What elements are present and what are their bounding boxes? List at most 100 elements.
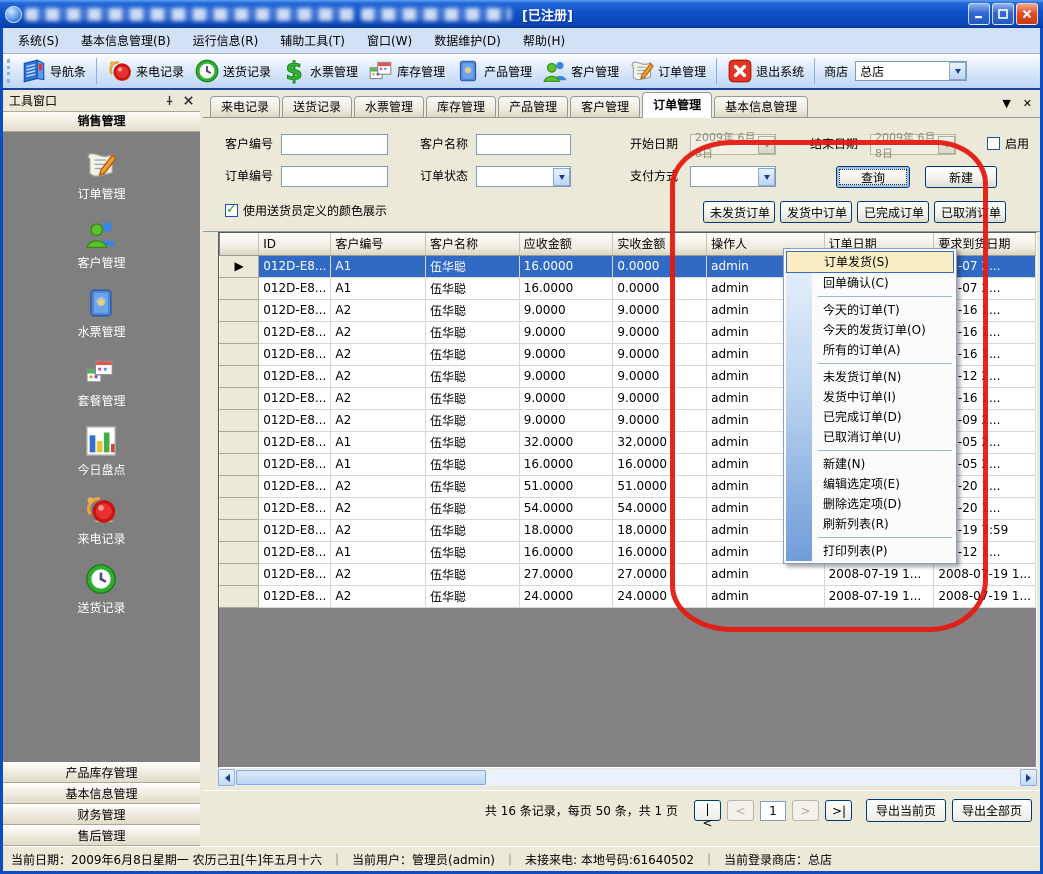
column-header[interactable]: ID (259, 233, 331, 255)
shop-combobox[interactable]: 总店 (855, 61, 967, 81)
column-header[interactable]: 客户名称 (426, 233, 520, 255)
order-status-combobox[interactable] (476, 166, 571, 187)
toolbar-button[interactable]: 退出系统 (722, 56, 809, 86)
tab-scroll-down-icon[interactable]: ▼ (1002, 97, 1010, 110)
sidebar-item[interactable]: 套餐管理 (77, 355, 125, 409)
enable-checkbox[interactable] (987, 137, 1000, 150)
last-page-button[interactable]: >| (825, 800, 852, 821)
order-code-input[interactable] (281, 166, 388, 187)
context-menu-item[interactable]: 打印列表(P) (786, 541, 954, 561)
row-selector-cell[interactable] (220, 343, 259, 365)
toolbar-button[interactable]: 来电记录 (102, 56, 189, 86)
table-row[interactable]: 012D-E8...A2伍华聪24.000024.0000admin2008-0… (220, 585, 1036, 607)
column-header[interactable]: 应收金额 (519, 233, 613, 255)
column-header[interactable]: 实收金额 (613, 233, 707, 255)
maximize-button[interactable] (992, 3, 1014, 25)
close-icon[interactable] (183, 95, 194, 106)
toolbar-button[interactable]: 产品管理 (450, 56, 537, 86)
customer-name-input[interactable] (476, 134, 571, 155)
context-menu-item[interactable]: 已取消订单(U) (786, 427, 954, 447)
menubar-item[interactable]: 系统(S) (7, 28, 70, 53)
scrollbar-thumb[interactable] (236, 770, 486, 785)
status-filter-button[interactable]: 未发货订单 (703, 201, 775, 223)
row-selector-cell[interactable] (220, 497, 259, 519)
row-selector-cell[interactable] (220, 563, 259, 585)
tab-item[interactable]: 水票管理 (354, 96, 424, 117)
menubar-item[interactable]: 窗口(W) (356, 28, 423, 53)
table-row[interactable]: 012D-E8...A2伍华聪27.000027.0000admin2008-0… (220, 563, 1036, 585)
chevron-down-icon[interactable] (758, 168, 775, 186)
chevron-down-icon[interactable] (553, 168, 570, 186)
sidebar-item[interactable]: 水票管理 (77, 286, 125, 340)
toolbar-grip[interactable] (7, 59, 12, 83)
row-selector-cell[interactable] (220, 431, 259, 453)
context-menu-item[interactable]: 回单确认(C) (786, 273, 954, 293)
row-selector-cell[interactable]: ▶ (220, 255, 259, 277)
toolbar-button[interactable]: 订单管理 (624, 56, 711, 86)
toolbar-button[interactable]: 导航条 (16, 56, 91, 86)
context-menu-item[interactable]: 编辑选定项(E) (786, 474, 954, 494)
row-selector-cell[interactable] (220, 409, 259, 431)
minimize-button[interactable] (968, 3, 990, 25)
sidebar-section[interactable]: 财务管理 (3, 804, 200, 825)
menubar-item[interactable]: 帮助(H) (512, 28, 576, 53)
tab-close-icon[interactable]: ✕ (1023, 97, 1032, 110)
context-menu-item[interactable]: 订单发货(S) (786, 251, 954, 273)
sidebar-section[interactable]: 产品库存管理 (3, 762, 200, 783)
query-button[interactable]: 查询 (836, 166, 910, 188)
tab-active[interactable]: 订单管理 (642, 92, 712, 118)
customer-code-input[interactable] (281, 134, 388, 155)
start-date-picker[interactable]: 2009年 6月 8日 (690, 134, 776, 155)
horizontal-scrollbar[interactable] (218, 769, 1037, 786)
menubar-item[interactable]: 运行信息(R) (182, 28, 270, 53)
tab-item[interactable]: 产品管理 (498, 96, 568, 117)
row-selector-cell[interactable] (220, 299, 259, 321)
tab-item[interactable]: 库存管理 (426, 96, 496, 117)
sidebar-item[interactable]: 送货记录 (77, 562, 125, 616)
column-header[interactable]: 客户编号 (331, 233, 426, 255)
row-selector-cell[interactable] (220, 585, 259, 607)
row-selector-cell[interactable] (220, 519, 259, 541)
export-current-page-button[interactable]: 导出当前页 (866, 799, 946, 822)
export-all-pages-button[interactable]: 导出全部页 (952, 799, 1032, 822)
sidebar-item[interactable]: 订单管理 (77, 148, 125, 202)
scroll-right-button[interactable] (1020, 769, 1037, 786)
row-selector-cell[interactable] (220, 541, 259, 563)
row-selector-cell[interactable] (220, 387, 259, 409)
new-button[interactable]: 新建 (925, 166, 997, 188)
toolbar-button[interactable]: $水票管理 (276, 56, 363, 86)
context-menu-item[interactable]: 今天的订单(T) (786, 300, 954, 320)
menubar-item[interactable]: 辅助工具(T) (269, 28, 356, 53)
status-filter-button[interactable]: 发货中订单 (780, 201, 852, 223)
sidebar-section[interactable]: 售后管理 (3, 825, 200, 846)
close-button[interactable] (1016, 3, 1038, 25)
row-selector-cell[interactable] (220, 453, 259, 475)
row-selector-cell[interactable] (220, 475, 259, 497)
row-selector-cell[interactable] (220, 321, 259, 343)
toolbar-button[interactable]: 客户管理 (537, 56, 624, 86)
pin-icon[interactable] (164, 95, 175, 106)
context-menu-item[interactable]: 未发货订单(N) (786, 367, 954, 387)
context-menu-item[interactable]: 所有的订单(A) (786, 340, 954, 360)
status-filter-button[interactable]: 已完成订单 (857, 201, 929, 223)
context-menu-item[interactable]: 新建(N) (786, 454, 954, 474)
first-page-button[interactable]: |< (694, 800, 721, 821)
sidebar-item[interactable]: 客户管理 (77, 217, 125, 271)
sidebar-item[interactable]: 今日盘点 (77, 424, 125, 478)
context-menu-item[interactable]: 已完成订单(D) (786, 407, 954, 427)
toolbar-button[interactable]: 送货记录 (189, 56, 276, 86)
color-display-checkbox[interactable] (225, 204, 238, 217)
sidebar-section-sales[interactable]: 销售管理 (3, 112, 200, 132)
end-date-picker[interactable]: 2009年 6月 8日 (870, 134, 956, 155)
status-filter-button[interactable]: 已取消订单 (934, 201, 1006, 223)
row-selector-cell[interactable] (220, 277, 259, 299)
menubar-item[interactable]: 基本信息管理(B) (70, 28, 182, 53)
page-number-input[interactable] (760, 801, 786, 821)
scroll-left-button[interactable] (218, 769, 235, 786)
context-menu-item[interactable]: 今天的发货订单(O) (786, 320, 954, 340)
tab-item[interactable]: 基本信息管理 (714, 96, 808, 117)
pay-method-combobox[interactable] (690, 166, 776, 187)
tab-item[interactable]: 送货记录 (282, 96, 352, 117)
chevron-down-icon[interactable] (949, 62, 966, 80)
sidebar-section[interactable]: 基本信息管理 (3, 783, 200, 804)
